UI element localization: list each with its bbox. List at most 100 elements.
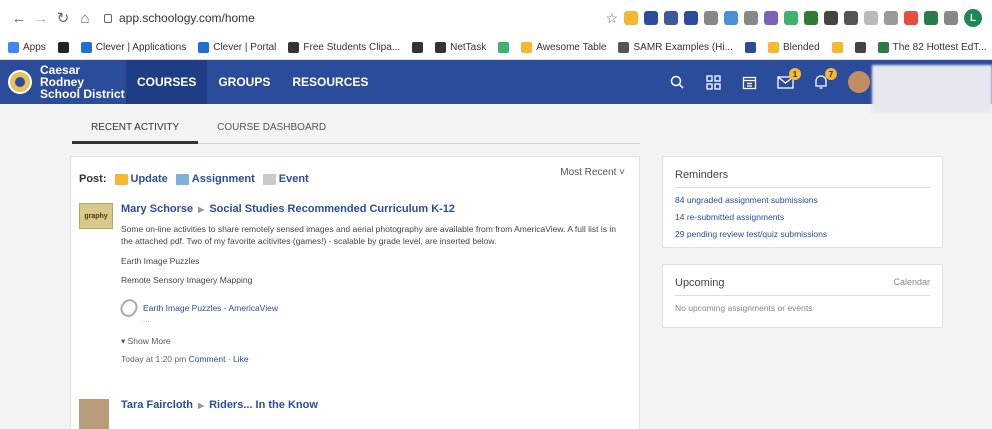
bookmark-item[interactable] [57, 42, 69, 53]
bookmark-item[interactable]: Apps [8, 42, 46, 53]
extension-icon[interactable] [884, 11, 898, 25]
notifications-badge: 7 [825, 68, 837, 80]
bookmark-icon [288, 42, 300, 53]
messages-icon[interactable]: 1 [776, 68, 801, 91]
home-icon[interactable]: ⌂ [74, 10, 96, 27]
post-line: Remote Sensory Imagery Mapping [121, 275, 253, 285]
bookmark-icon [8, 42, 19, 53]
post-meta: Today at 1:20 pm Comment · Like [121, 354, 249, 364]
post-author[interactable]: Mary Schorse [121, 203, 193, 215]
bookmark-icon [854, 42, 866, 53]
extension-icon[interactable] [944, 11, 958, 25]
reload-icon[interactable]: ↻ [52, 9, 74, 27]
post-thumbnail[interactable]: graphy [79, 203, 113, 229]
reminder-item[interactable]: 29 pending review test/quiz submissions [675, 229, 930, 239]
upcoming-title: Upcoming [675, 277, 725, 289]
bookmark-icon [831, 42, 843, 53]
bookmark-item[interactable] [412, 42, 424, 53]
bookmark-item[interactable]: Clever | Portal [198, 42, 276, 53]
bookmark-icon [435, 42, 447, 53]
author-avatar[interactable] [79, 399, 109, 429]
calendar-link[interactable]: Calendar [893, 277, 930, 289]
bookmark-item[interactable]: Clever | Applications [80, 42, 187, 53]
bookmark-item[interactable] [831, 42, 843, 53]
extension-icon[interactable] [864, 11, 878, 25]
search-icon[interactable] [668, 73, 686, 91]
nav-courses[interactable]: COURSES [126, 60, 208, 104]
like-link[interactable]: Like [233, 354, 249, 364]
link-icon [117, 296, 141, 320]
show-more-link[interactable]: ▾ Show More [121, 336, 631, 347]
post-target[interactable]: Social Studies Recommended Curriculum K-… [209, 203, 455, 215]
url-text: app.schoology.com/home [119, 11, 255, 25]
reminder-item[interactable]: 14 re-submitted assignments [675, 212, 930, 222]
reminder-item[interactable]: 84 ungraded assignment submissions [675, 195, 930, 205]
post-update-button[interactable]: Update [114, 173, 168, 185]
bookmark-item[interactable] [498, 42, 510, 53]
extension-icon[interactable] [724, 11, 738, 25]
extension-icon[interactable] [804, 11, 818, 25]
extension-icon[interactable] [844, 11, 858, 25]
upcoming-empty: No upcoming assignments or events [675, 303, 813, 313]
bookmark-label: Blended [782, 42, 820, 53]
extension-icon[interactable] [664, 11, 678, 25]
feed-item: Tara Faircloth ▶ Riders... In the Know [79, 399, 631, 429]
apps-grid-icon[interactable] [704, 73, 722, 91]
calendar-icon[interactable] [740, 73, 758, 91]
post-event-button[interactable]: Event [262, 173, 309, 185]
extension-icon[interactable] [684, 11, 698, 25]
arrow-right-icon: ▶ [197, 400, 205, 410]
bookmark-item[interactable]: Free Students Clipa... [288, 42, 400, 53]
bookmark-item[interactable]: NetTask [435, 42, 486, 53]
post-assignment-button[interactable]: Assignment [175, 173, 255, 185]
bookmark-label: Clever | Portal [213, 42, 277, 53]
forward-icon[interactable]: → [30, 10, 52, 27]
extension-icon[interactable] [924, 11, 938, 25]
post-target[interactable]: Riders... In the Know [209, 399, 318, 411]
extension-icon[interactable] [764, 11, 778, 25]
extension-icon[interactable] [704, 11, 718, 25]
extension-icon[interactable] [624, 11, 638, 25]
bookmark-label: Clever | Applications [95, 42, 187, 53]
post-author[interactable]: Tara Faircloth [121, 399, 193, 411]
tab-course-dashboard[interactable]: COURSE DASHBOARD [198, 116, 345, 144]
profile-avatar[interactable]: L [964, 9, 982, 27]
reminders-title: Reminders [675, 169, 729, 181]
bookmark-item[interactable]: Blended [767, 42, 820, 53]
bookmark-label: NetTask [450, 42, 487, 53]
post-line: Earth Image Puzzles [121, 256, 200, 266]
extension-icon[interactable] [904, 11, 918, 25]
district-name[interactable]: Caesar Rodney School District [40, 64, 126, 100]
bookmark-star-icon[interactable]: ☆ [605, 10, 618, 27]
bookmark-item[interactable] [744, 42, 756, 53]
bookmark-label: Free Students Clipa... [303, 42, 401, 53]
bookmark-item[interactable]: The 82 Hottest EdT... [877, 42, 987, 53]
address-bar[interactable]: app.schoology.com/home [104, 11, 255, 25]
attachment-link[interactable]: Earth Image Puzzles - AmericaView [143, 303, 278, 313]
bookmark-icon [412, 42, 424, 53]
comment-link[interactable]: Comment [189, 354, 226, 364]
app-navigation: Caesar Rodney School District COURSES GR… [0, 60, 992, 104]
bookmark-item[interactable]: Awesome Table [521, 42, 606, 53]
bookmark-icon [618, 42, 630, 53]
bookmark-item[interactable]: SAMR Examples (Hi... [618, 42, 733, 53]
notifications-icon[interactable]: 7 [812, 68, 837, 91]
extension-icon[interactable] [744, 11, 758, 25]
bookmark-icon [767, 42, 779, 53]
bookmark-label: Apps [23, 42, 46, 53]
sort-dropdown[interactable]: Most Recent ˅ [560, 167, 625, 178]
user-avatar[interactable] [848, 71, 870, 93]
user-menu[interactable] [872, 65, 992, 113]
district-seal-icon[interactable] [8, 70, 32, 94]
back-icon[interactable]: ← [8, 10, 30, 27]
nav-groups[interactable]: GROUPS [207, 60, 281, 104]
browser-toolbar: ← → ↻ ⌂ app.schoology.com/home ☆ L [0, 0, 992, 36]
tab-recent-activity[interactable]: RECENT ACTIVITY [72, 116, 199, 144]
extension-icon[interactable] [784, 11, 798, 25]
extension-icon[interactable] [644, 11, 658, 25]
arrow-right-icon: ▶ [198, 204, 205, 214]
extension-icon[interactable] [824, 11, 838, 25]
nav-resources[interactable]: RESOURCES [281, 60, 379, 104]
bookmark-item[interactable] [854, 42, 866, 53]
event-icon [262, 173, 276, 185]
